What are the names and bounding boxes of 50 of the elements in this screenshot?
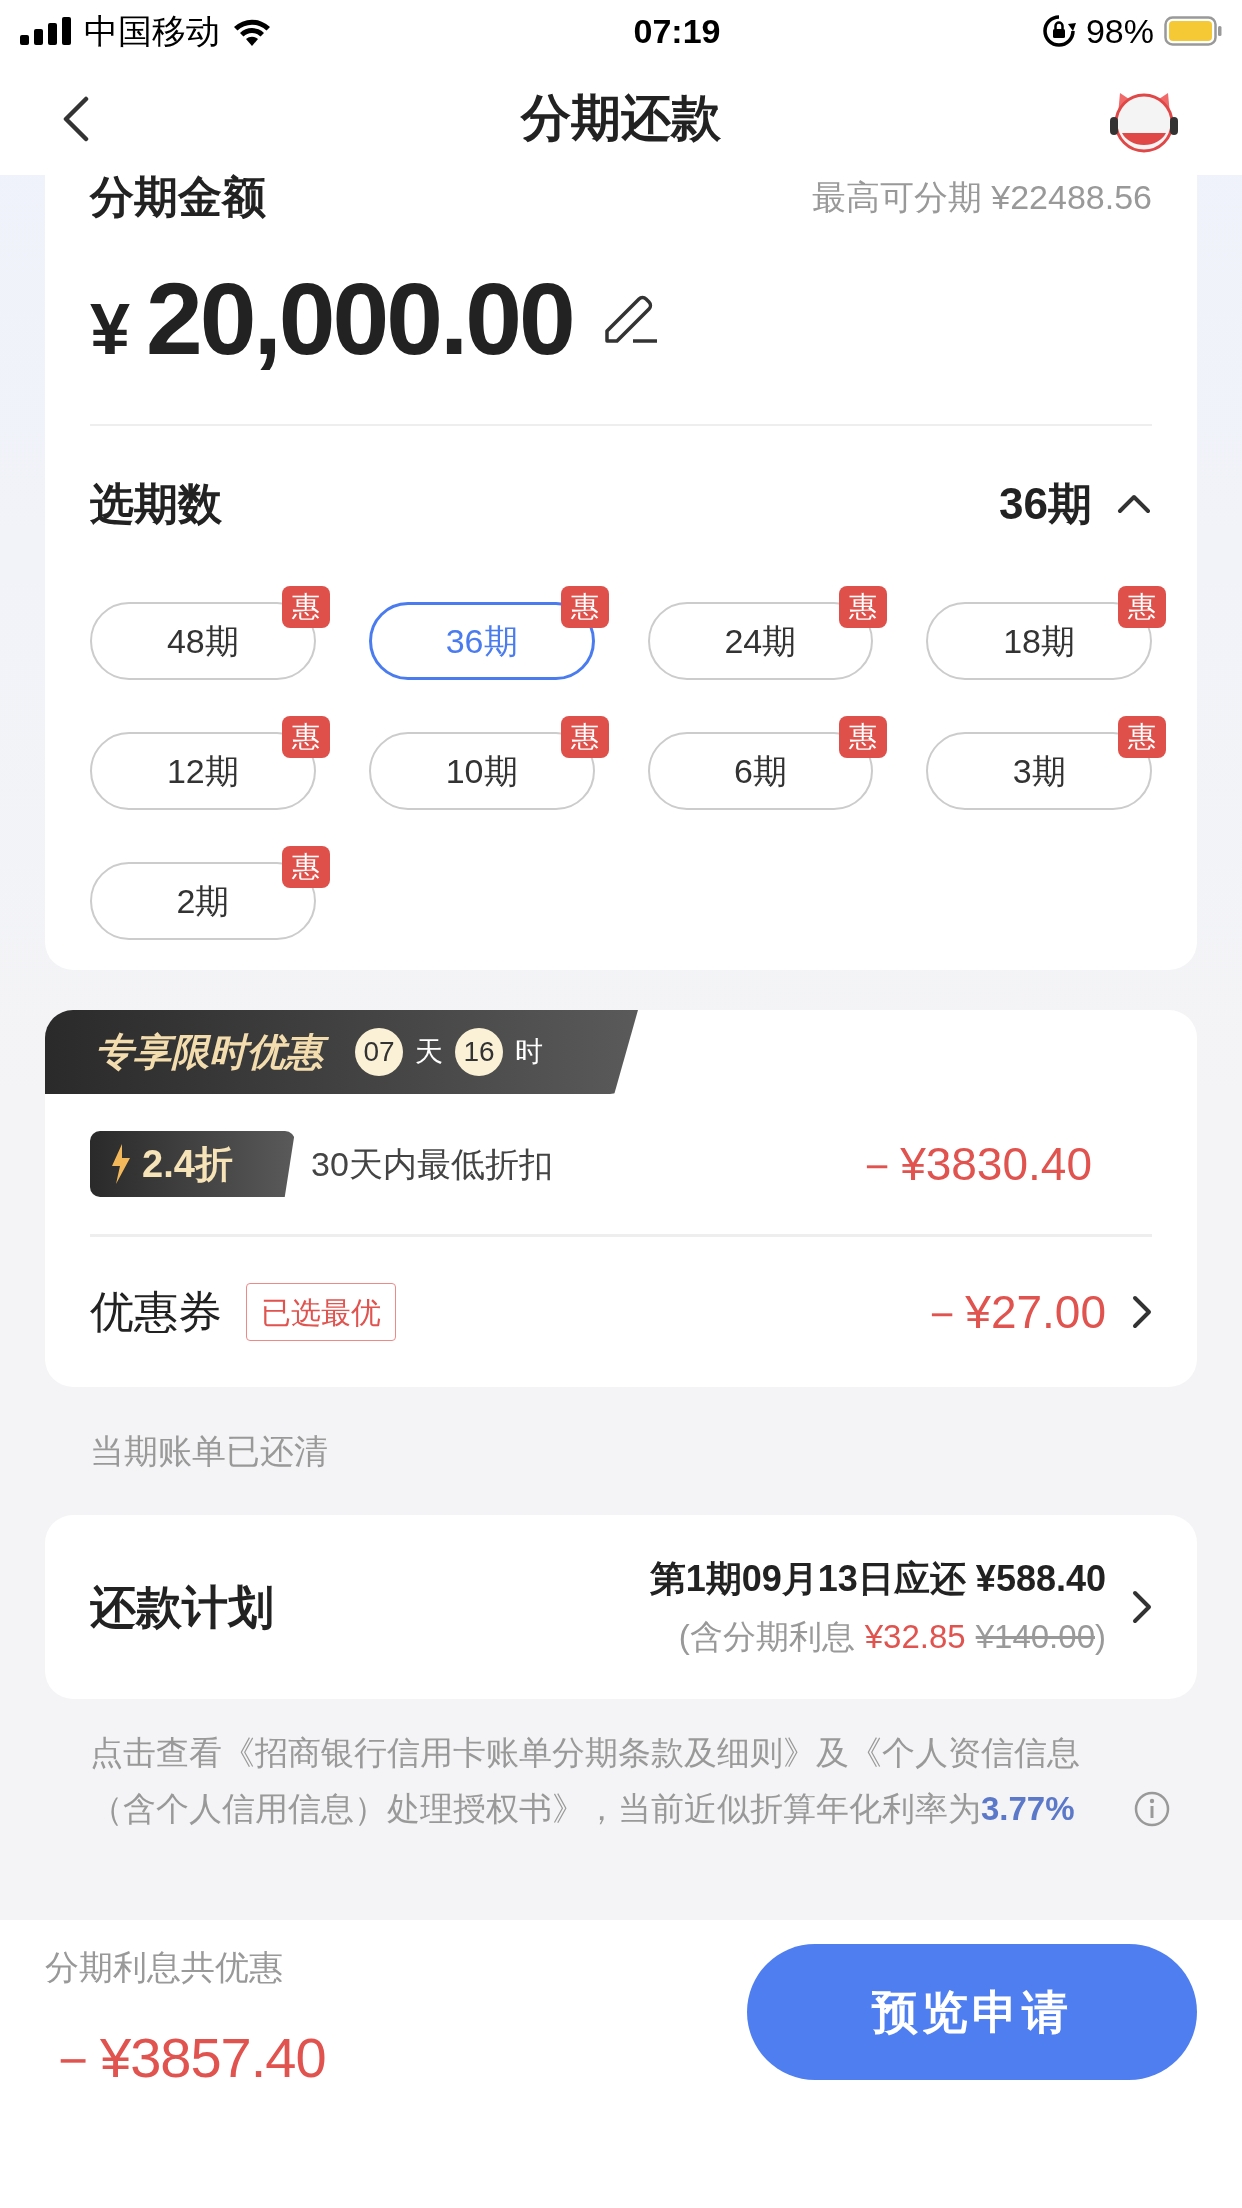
max-amount-text: 最高可分期 ¥22488.56 [811, 176, 1152, 218]
discount-badge: 惠 [560, 716, 609, 758]
interest-amount: ¥32.85 [864, 1617, 966, 1658]
currency-symbol: ¥ [90, 287, 131, 371]
coupon-label: 优惠券 [90, 1286, 222, 1338]
discount-badge: 惠 [839, 716, 888, 758]
discount-badge: 惠 [281, 846, 330, 888]
coupon-amount: －¥27.00 [919, 1284, 1106, 1340]
discount-amount: －¥3830.40 [854, 1136, 1092, 1192]
countdown-unit: 天 [415, 1035, 443, 1069]
page-title: 分期还款 [521, 89, 721, 148]
signal-icon [20, 17, 72, 45]
discount-badge: 惠 [1118, 716, 1166, 758]
discount-rate: 2.4折 [142, 1141, 233, 1187]
countdown-unit: 时 [515, 1035, 543, 1069]
status-time: 07:19 [633, 10, 721, 52]
section-title: 分期金额 [90, 171, 266, 223]
amount-value: 20,000.00 [146, 260, 573, 378]
section-title: 选期数 [90, 478, 222, 530]
chevron-right-icon [1132, 1295, 1152, 1329]
countdown-hours: 16 [455, 1028, 503, 1076]
coupon-tag: 已选最优 [246, 1283, 396, 1341]
original-interest: ¥140.00 [975, 1617, 1095, 1658]
bill-status-text: 当期账单已还清 [90, 1430, 328, 1472]
terms-agreement-text[interactable]: 点击查看《招商银行信用卡账单分期条款及细则》及《个人资信信息（含个人信用信息）处理授权书》，当前近似折算年化利率为3.77% [90, 1725, 1130, 1837]
chevron-right-icon [1132, 1590, 1152, 1624]
lightning-icon [110, 1144, 132, 1184]
discount-badge: 惠 [1118, 586, 1166, 628]
repayment-plan-row[interactable]: 还款计划 第1期09月13日应还 ¥588.40 (含分期利息 ¥32.85 ¥140.00) [45, 1515, 1197, 1699]
preview-apply-button[interactable]: 预览申请 [747, 1944, 1197, 2080]
promo-title: 专享限时优惠 [95, 1027, 331, 1077]
first-payment-text: 第1期09月13日应还 ¥588.40 [649, 1557, 1106, 1602]
interest-label: (含分期利息 [678, 1617, 855, 1658]
plan-label: 还款计划 [90, 1579, 274, 1635]
rotation-lock-icon [1041, 14, 1076, 48]
battery-percent: 98% [1085, 10, 1154, 52]
discount-badge: 惠 [839, 586, 888, 628]
closing-paren: ) [1095, 1617, 1106, 1658]
discount-description: 30天内最低折扣 [311, 1143, 553, 1185]
info-icon[interactable] [1134, 1791, 1170, 1827]
battery-icon [1164, 16, 1222, 46]
term-dropdown[interactable]: 36期 [999, 471, 1152, 537]
discount-badge: 惠 [281, 586, 330, 628]
countdown-days: 07 [355, 1028, 403, 1076]
savings-label: 分期利息共优惠 [45, 1947, 284, 1988]
coupon-row[interactable]: 优惠券 已选最优 －¥27.00 [45, 1237, 1197, 1387]
discount-badge: 惠 [560, 586, 609, 628]
carrier-name: 中国移动 [84, 10, 220, 52]
discount-badge: 惠 [281, 716, 330, 758]
savings-total: －¥3857.40 [45, 2025, 326, 2091]
